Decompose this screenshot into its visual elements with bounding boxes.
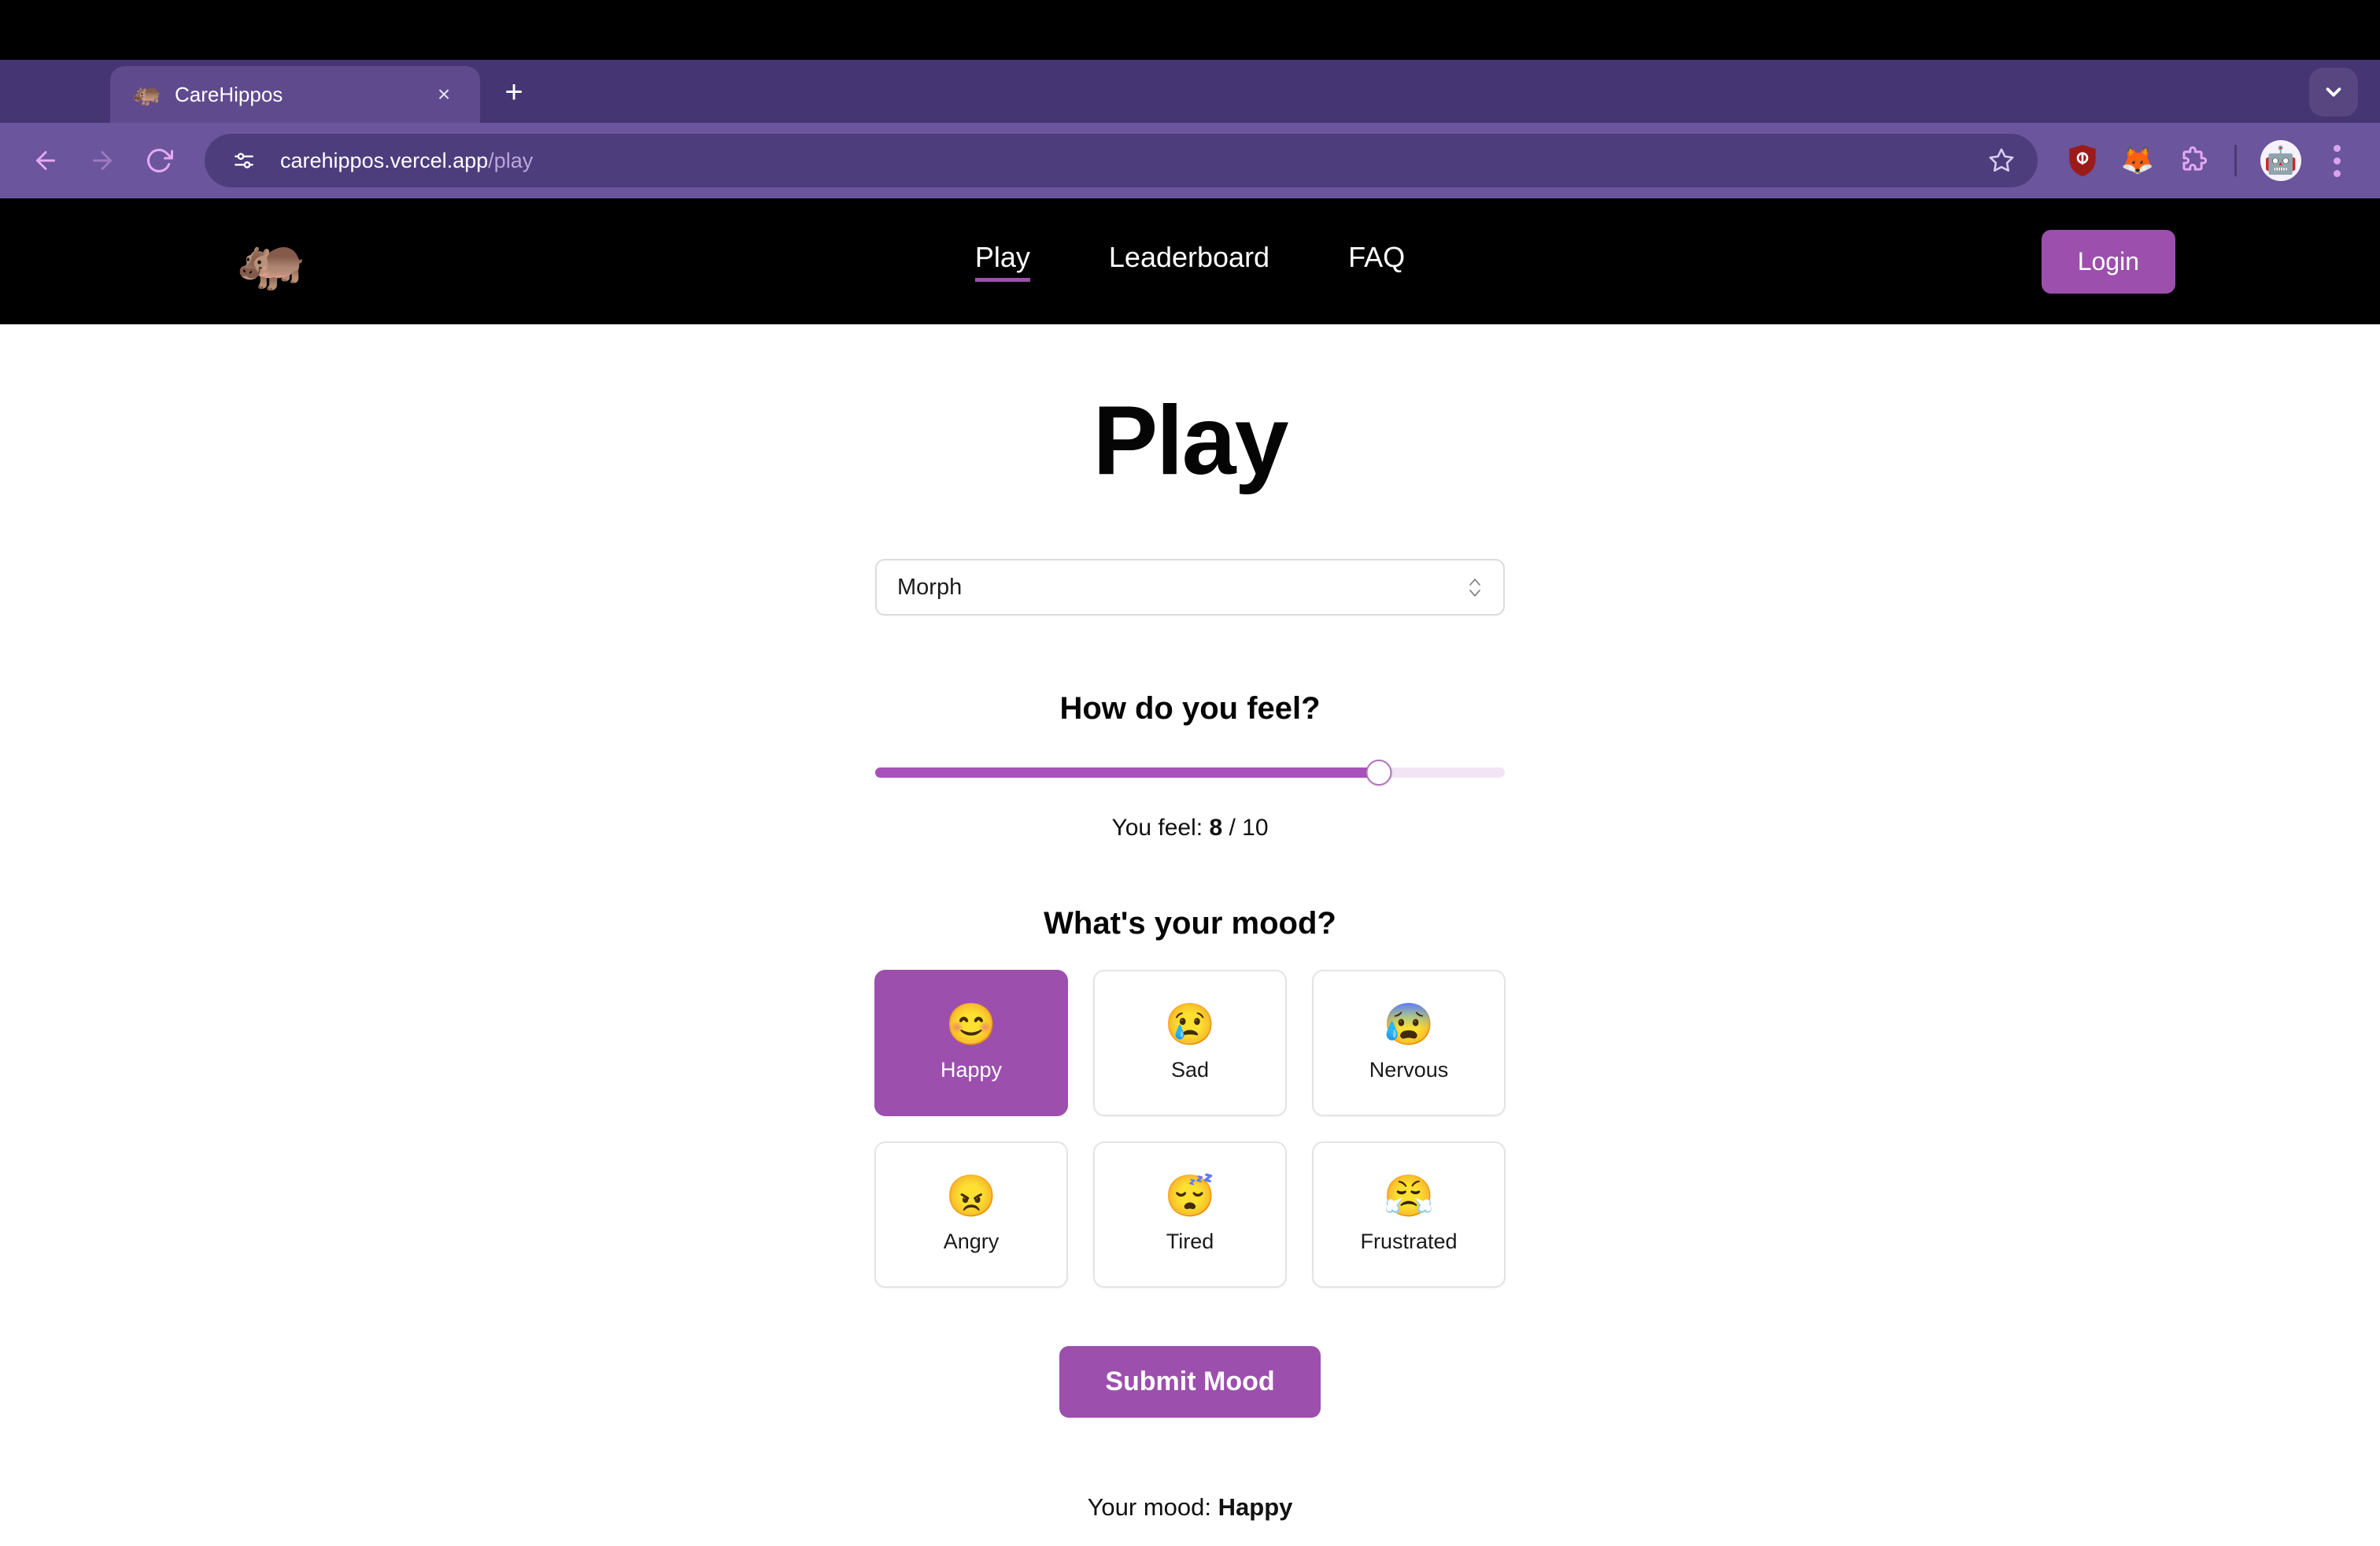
new-tab-button[interactable]: + (486, 65, 541, 120)
feel-value-prefix: You feel: (1111, 815, 1203, 841)
login-button[interactable]: Login (2041, 229, 2175, 294)
reload-icon[interactable] (134, 135, 184, 186)
happy-face-icon: 😊 (945, 1001, 997, 1048)
submit-mood-button[interactable]: Submit Mood (1059, 1346, 1321, 1418)
mode-select-value: Morph (897, 574, 963, 600)
toolbar-divider (2234, 145, 2237, 176)
site-header: 🦛 Play Leaderboard FAQ Login (0, 198, 2380, 324)
mood-label: Frustrated (1360, 1229, 1458, 1253)
hippo-favicon: 🦛 (132, 81, 162, 107)
tab-title: CareHippos (175, 82, 283, 106)
mood-card-angry[interactable]: 😠 Angry (874, 1141, 1068, 1288)
page-title: Play (1092, 386, 1288, 495)
browser-toolbar: carehippos.vercel.app/play Ӏ 🦊 🤖 (0, 123, 2380, 198)
stepper-arrows-icon (1467, 576, 1483, 599)
mood-label: Nervous (1369, 1057, 1449, 1082)
feel-value-suffix: / 10 (1229, 815, 1269, 841)
your-mood-value: Happy (1218, 1493, 1293, 1521)
url-text: carehippos.vercel.app/play (280, 149, 1964, 173)
hippo-logo[interactable]: 🦛 (236, 233, 307, 290)
nav-link-leaderboard[interactable]: Leaderboard (1109, 241, 1269, 282)
slider-fill (875, 767, 1379, 778)
mode-select[interactable]: Morph (875, 559, 1505, 616)
crying-face-icon: 😢 (1164, 1001, 1216, 1048)
tab-strip: 🦛 CareHippos × + (0, 60, 2380, 123)
extensions-puzzle-icon[interactable] (2168, 136, 2217, 185)
nav-link-faq[interactable]: FAQ (1348, 241, 1405, 282)
main-content: Play Morph How do you feel? You feel: 8 … (0, 324, 2380, 1546)
ublock-origin-icon[interactable]: Ӏ (2058, 136, 2107, 185)
window-titlebar (0, 0, 2380, 60)
slider-thumb[interactable] (1366, 759, 1392, 786)
url-host: carehippos.vercel.app (280, 148, 489, 172)
profile-avatar[interactable]: 🤖 (2260, 140, 2301, 181)
mood-card-happy[interactable]: 😊 Happy (874, 970, 1068, 1116)
url-path: /play (488, 148, 534, 172)
close-icon[interactable]: × (430, 80, 458, 109)
your-mood-result: Your mood: Happy (1088, 1493, 1293, 1522)
mood-label: Sad (1170, 1057, 1210, 1082)
three-dot-menu-icon[interactable] (2314, 138, 2360, 183)
mood-label: Angry (943, 1229, 1000, 1253)
steam-nose-face-icon: 😤 (1383, 1173, 1435, 1219)
feel-value-text: You feel: 8 / 10 (1111, 815, 1268, 841)
your-mood-prefix: Your mood: (1087, 1493, 1212, 1521)
nav-link-play[interactable]: Play (974, 241, 1030, 282)
metamask-icon[interactable]: 🦊 (2113, 136, 2162, 185)
feel-slider[interactable] (875, 756, 1505, 788)
forward-arrow-icon (77, 135, 128, 186)
anxious-sweat-face-icon: 😰 (1383, 1001, 1435, 1048)
page-viewport: 🦛 Play Leaderboard FAQ Login Play Morph … (0, 198, 2380, 1546)
chevron-down-icon[interactable] (2309, 68, 2358, 117)
mood-card-frustrated[interactable]: 😤 Frustrated (1312, 1141, 1506, 1288)
angry-face-icon: 😠 (945, 1173, 997, 1219)
browser-window: 🦛 CareHippos × + carehippos.vercel.app/p… (0, 0, 2380, 1546)
mood-label: Happy (940, 1057, 1003, 1082)
mood-card-sad[interactable]: 😢 Sad (1093, 970, 1287, 1116)
browser-tab-carehippos[interactable]: 🦛 CareHippos × (110, 66, 480, 123)
mood-heading: What's your mood? (1044, 906, 1336, 941)
sleeping-face-icon: 😴 (1164, 1173, 1216, 1219)
address-bar[interactable]: carehippos.vercel.app/play (205, 134, 2038, 187)
mood-card-nervous[interactable]: 😰 Nervous (1312, 970, 1506, 1116)
feel-heading: How do you feel? (1059, 691, 1321, 726)
mood-card-tired[interactable]: 😴 Tired (1093, 1141, 1287, 1288)
mood-label: Tired (1166, 1229, 1214, 1253)
feel-value-number: 8 (1209, 815, 1223, 841)
site-navigation: Play Leaderboard FAQ (0, 241, 2380, 282)
star-icon[interactable] (1979, 139, 2023, 183)
site-settings-icon[interactable] (224, 140, 264, 181)
mood-grid: 😊 Happy 😢 Sad 😰 Nervous 😠 Angry 😴 Tired … (874, 970, 1506, 1288)
back-arrow-icon[interactable] (20, 135, 71, 186)
